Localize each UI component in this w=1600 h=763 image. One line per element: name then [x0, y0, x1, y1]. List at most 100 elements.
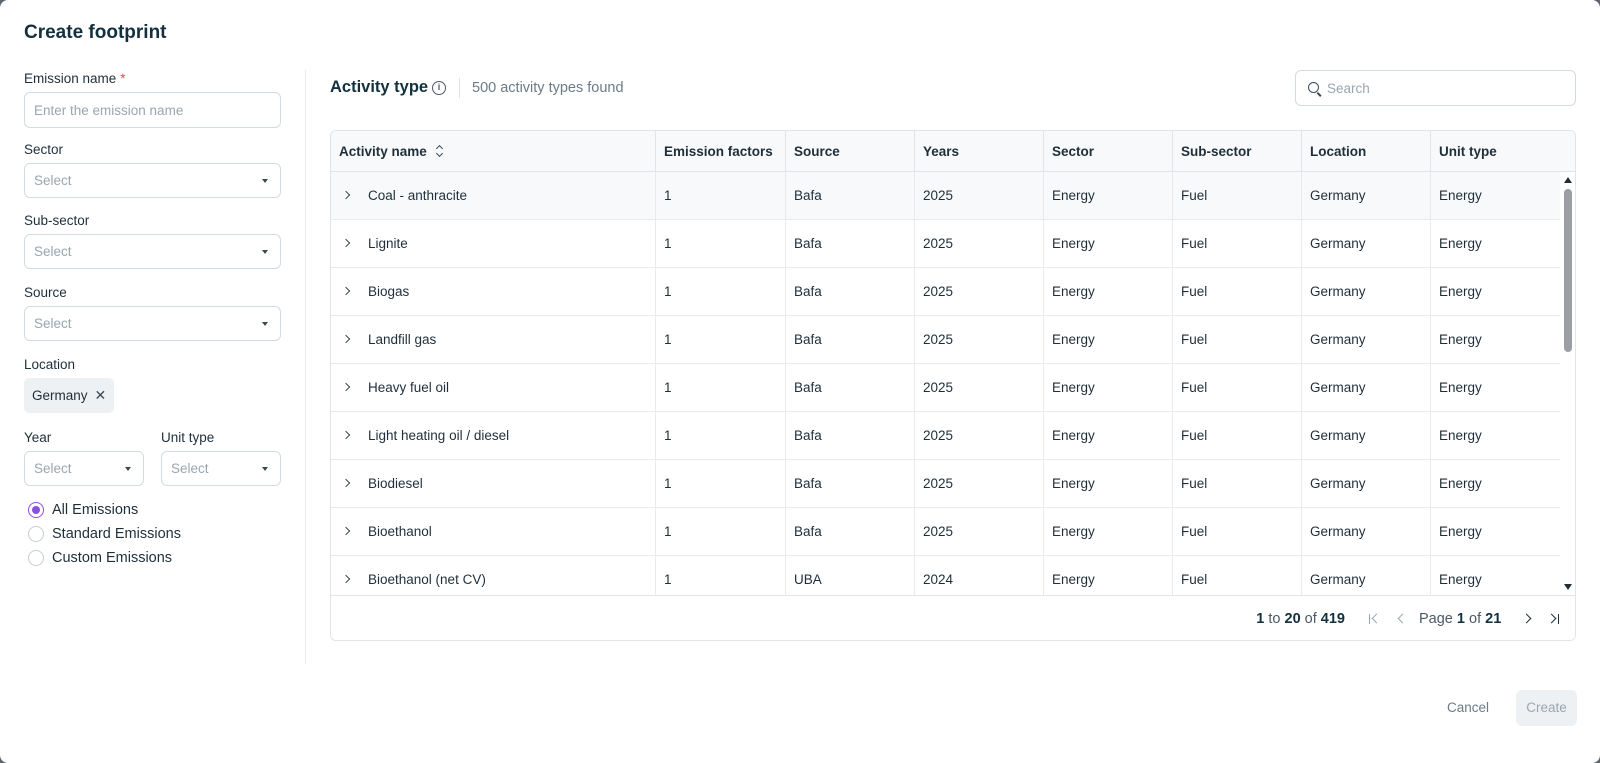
year-select[interactable]: Select: [24, 451, 144, 486]
radio-unchecked-icon: [28, 550, 44, 566]
last-page-icon[interactable]: [1546, 612, 1561, 626]
cell-years: 2025: [914, 172, 1043, 219]
cell-activity-name: Lignite: [368, 236, 408, 251]
caret-down-icon: [262, 467, 268, 471]
radio-standard-emissions[interactable]: Standard Emissions: [24, 522, 281, 546]
first-page-icon[interactable]: [1367, 612, 1382, 626]
column-header-emission-factors[interactable]: Emission factors: [655, 131, 785, 172]
vertical-scrollbar[interactable]: [1560, 172, 1575, 595]
cell-years: 2025: [914, 220, 1043, 267]
column-header-source[interactable]: Source: [785, 131, 914, 172]
chevron-right-icon[interactable]: [341, 526, 351, 536]
cell-emission-factors: 1: [655, 460, 785, 507]
info-icon[interactable]: i: [432, 81, 446, 95]
cell-location: Germany: [1301, 220, 1430, 267]
cell-activity-name: Bioethanol: [368, 524, 432, 539]
unit-type-select[interactable]: Select: [161, 451, 281, 486]
emission-name-input[interactable]: [24, 92, 281, 128]
cell-years: 2025: [914, 316, 1043, 363]
source-group: Source Select: [24, 284, 281, 341]
chevron-right-icon[interactable]: [341, 574, 351, 584]
cell-sub-sector: Fuel: [1172, 316, 1301, 363]
create-button[interactable]: Create: [1516, 690, 1577, 726]
cell-unit-type: Energy: [1430, 508, 1560, 555]
source-select[interactable]: Select: [24, 306, 281, 341]
cell-emission-factors: 1: [655, 412, 785, 459]
table-row[interactable]: Lignite 1 Bafa 2025 Energy Fuel Germany …: [331, 220, 1560, 268]
radio-unchecked-icon: [28, 526, 44, 542]
cell-emission-factors: 1: [655, 220, 785, 267]
chevron-right-icon[interactable]: [341, 382, 351, 392]
cell-sub-sector: Fuel: [1172, 220, 1301, 267]
cell-activity-name: Coal - anthracite: [368, 188, 468, 203]
caret-down-icon: [262, 322, 268, 326]
chevron-right-icon[interactable]: [341, 334, 351, 344]
radio-custom-emissions[interactable]: Custom Emissions: [24, 546, 281, 570]
cell-source: Bafa: [785, 508, 914, 555]
cell-sector: Energy: [1043, 508, 1172, 555]
next-page-icon[interactable]: [1521, 612, 1535, 626]
cell-activity-name: Heavy fuel oil: [368, 380, 450, 395]
cell-years: 2025: [914, 412, 1043, 459]
chevron-right-icon[interactable]: [341, 190, 351, 200]
table-row[interactable]: Landfill gas 1 Bafa 2025 Energy Fuel Ger…: [331, 316, 1560, 364]
scroll-up-icon[interactable]: [1564, 177, 1572, 183]
cell-source: Bafa: [785, 220, 914, 267]
search-input[interactable]: [1327, 71, 1567, 105]
cell-unit-type: Energy: [1430, 268, 1560, 315]
required-mark: *: [120, 71, 126, 86]
sector-select[interactable]: Select: [24, 163, 281, 198]
cell-emission-factors: 1: [655, 172, 785, 219]
chevron-right-icon[interactable]: [341, 478, 351, 488]
sub-sector-select-value: Select: [34, 244, 72, 259]
cell-sub-sector: Fuel: [1172, 556, 1301, 595]
radio-all-emissions[interactable]: All Emissions: [24, 498, 281, 522]
column-header-location[interactable]: Location: [1301, 131, 1430, 172]
radio-label: Custom Emissions: [52, 550, 173, 566]
table-row[interactable]: Biodiesel 1 Bafa 2025 Energy Fuel German…: [331, 460, 1560, 508]
cell-activity-name: Biogas: [368, 284, 410, 299]
cell-unit-type: Energy: [1430, 412, 1560, 459]
cell-activity-name: Light heating oil / diesel: [368, 428, 510, 443]
cell-location: Germany: [1301, 460, 1430, 507]
cell-sub-sector: Fuel: [1172, 364, 1301, 411]
cell-years: 2024: [914, 556, 1043, 595]
scroll-down-icon[interactable]: [1564, 584, 1572, 590]
row-range-summary: 1 to 20 of 419: [1256, 611, 1345, 627]
column-header-unit-type[interactable]: Unit type: [1430, 131, 1575, 172]
table-row[interactable]: Bioethanol 1 Bafa 2025 Energy Fuel Germa…: [331, 508, 1560, 556]
cell-emission-factors: 1: [655, 316, 785, 363]
cell-location: Germany: [1301, 268, 1430, 315]
table-body: Coal - anthracite 1 Bafa 2025 Energy Fue…: [331, 172, 1560, 595]
cell-emission-factors: 1: [655, 364, 785, 411]
cell-location: Germany: [1301, 508, 1430, 555]
cell-years: 2025: [914, 508, 1043, 555]
sub-sector-select[interactable]: Select: [24, 234, 281, 269]
table-row[interactable]: Coal - anthracite 1 Bafa 2025 Energy Fue…: [331, 172, 1560, 220]
chevron-right-icon[interactable]: [341, 286, 351, 296]
column-header-activity-name[interactable]: Activity name: [331, 131, 655, 172]
cell-sub-sector: Fuel: [1172, 508, 1301, 555]
table-row[interactable]: Bioethanol (net CV) 1 UBA 2024 Energy Fu…: [331, 556, 1560, 595]
cell-sector: Energy: [1043, 220, 1172, 267]
year-select-value: Select: [34, 461, 72, 476]
chevron-right-icon[interactable]: [341, 430, 351, 440]
scrollbar-thumb[interactable]: [1564, 189, 1572, 352]
column-header-sub-sector[interactable]: Sub-sector: [1172, 131, 1301, 172]
column-header-years[interactable]: Years: [914, 131, 1043, 172]
cell-activity-name: Biodiesel: [368, 476, 423, 491]
radio-label: All Emissions: [52, 502, 139, 518]
close-icon[interactable]: ✕: [95, 387, 107, 404]
cell-source: Bafa: [785, 412, 914, 459]
table-row[interactable]: Light heating oil / diesel 1 Bafa 2025 E…: [331, 412, 1560, 460]
table-row[interactable]: Heavy fuel oil 1 Bafa 2025 Energy Fuel G…: [331, 364, 1560, 412]
cell-sector: Energy: [1043, 172, 1172, 219]
cell-source: UBA: [785, 556, 914, 595]
chevron-right-icon[interactable]: [341, 238, 351, 248]
cell-location: Germany: [1301, 172, 1430, 219]
table-row[interactable]: Biogas 1 Bafa 2025 Energy Fuel Germany E…: [331, 268, 1560, 316]
column-header-sector[interactable]: Sector: [1043, 131, 1172, 172]
previous-page-icon[interactable]: [1394, 612, 1408, 626]
cancel-button[interactable]: Cancel: [1434, 692, 1502, 724]
sort-icon[interactable]: [435, 145, 443, 157]
